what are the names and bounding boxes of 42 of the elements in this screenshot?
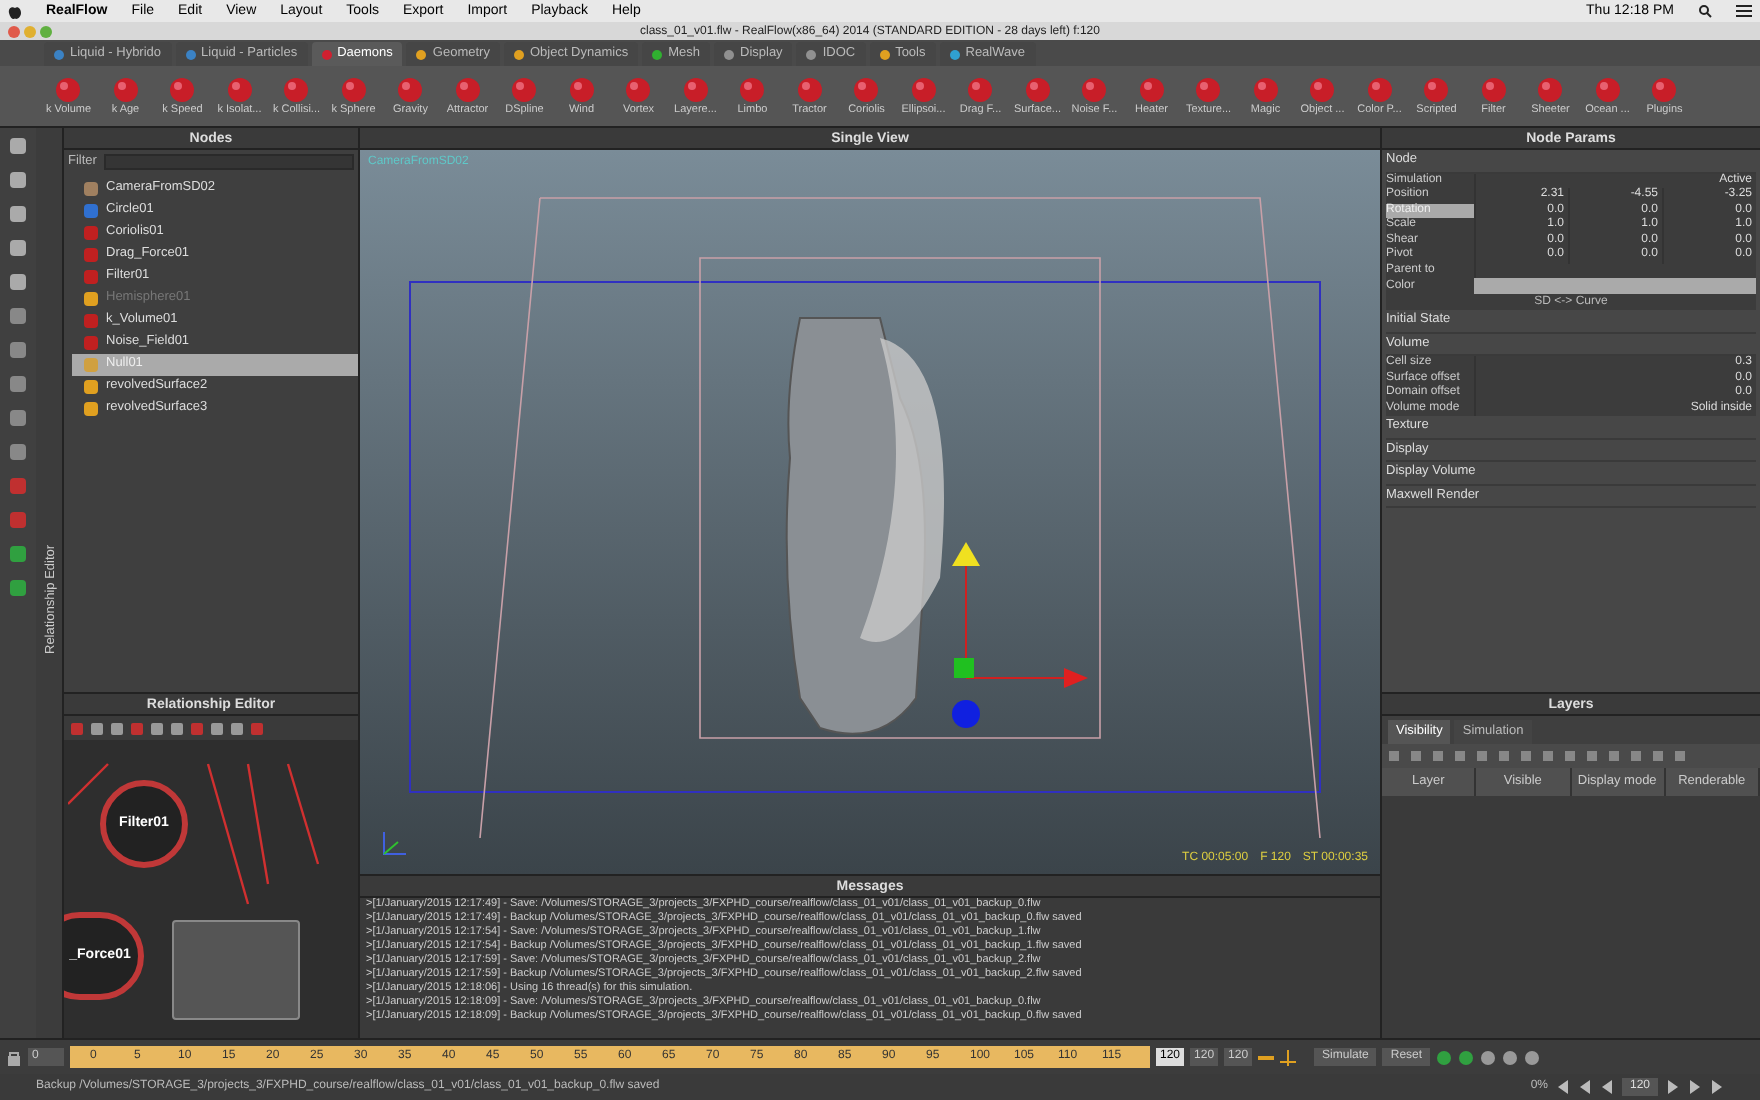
sphere-icon — [111, 75, 140, 104]
apple-icon[interactable] — [8, 3, 22, 19]
sphere-icon — [567, 75, 596, 104]
sphere-icon — [225, 75, 254, 104]
axis-icon — [380, 830, 408, 858]
sphere-icon — [1479, 75, 1508, 104]
sphere-icon — [1137, 75, 1166, 104]
sphere-icon — [1251, 75, 1280, 104]
sphere-icon — [681, 75, 710, 104]
sphere-icon — [1308, 75, 1337, 104]
sphere-icon — [1080, 75, 1109, 104]
sphere-icon — [738, 75, 767, 104]
sphere-icon — [510, 75, 539, 104]
list-icon[interactable] — [1736, 4, 1752, 18]
sphere-icon — [1194, 75, 1223, 104]
search-icon[interactable] — [1698, 4, 1712, 18]
sphere-icon — [966, 75, 995, 104]
sphere-icon — [852, 75, 881, 104]
sphere-icon — [1593, 75, 1622, 104]
sphere-icon — [282, 75, 311, 104]
color-swatch[interactable] — [1474, 278, 1756, 294]
sphere-icon — [1365, 75, 1394, 104]
sphere-icon — [909, 75, 938, 104]
sphere-icon — [54, 75, 83, 104]
sphere-icon — [339, 75, 368, 104]
sphere-icon — [1023, 75, 1052, 104]
group-node[interactable] — [172, 920, 300, 1020]
sphere-icon — [168, 75, 197, 104]
connector-line — [68, 763, 109, 805]
sphere-icon — [1650, 75, 1679, 104]
zoom-button[interactable] — [40, 25, 52, 37]
sphere-icon — [1536, 75, 1565, 104]
connector-line — [286, 763, 320, 865]
range-icon[interactable] — [1280, 1049, 1297, 1065]
lock-icon[interactable] — [6, 1049, 22, 1065]
close-button[interactable] — [8, 25, 20, 37]
filter-field[interactable] — [104, 153, 354, 170]
sphere-icon — [396, 75, 425, 104]
sphere-icon — [624, 75, 653, 104]
sphere-icon — [453, 75, 482, 104]
sphere-icon — [795, 75, 824, 104]
sphere-icon — [1422, 75, 1451, 104]
